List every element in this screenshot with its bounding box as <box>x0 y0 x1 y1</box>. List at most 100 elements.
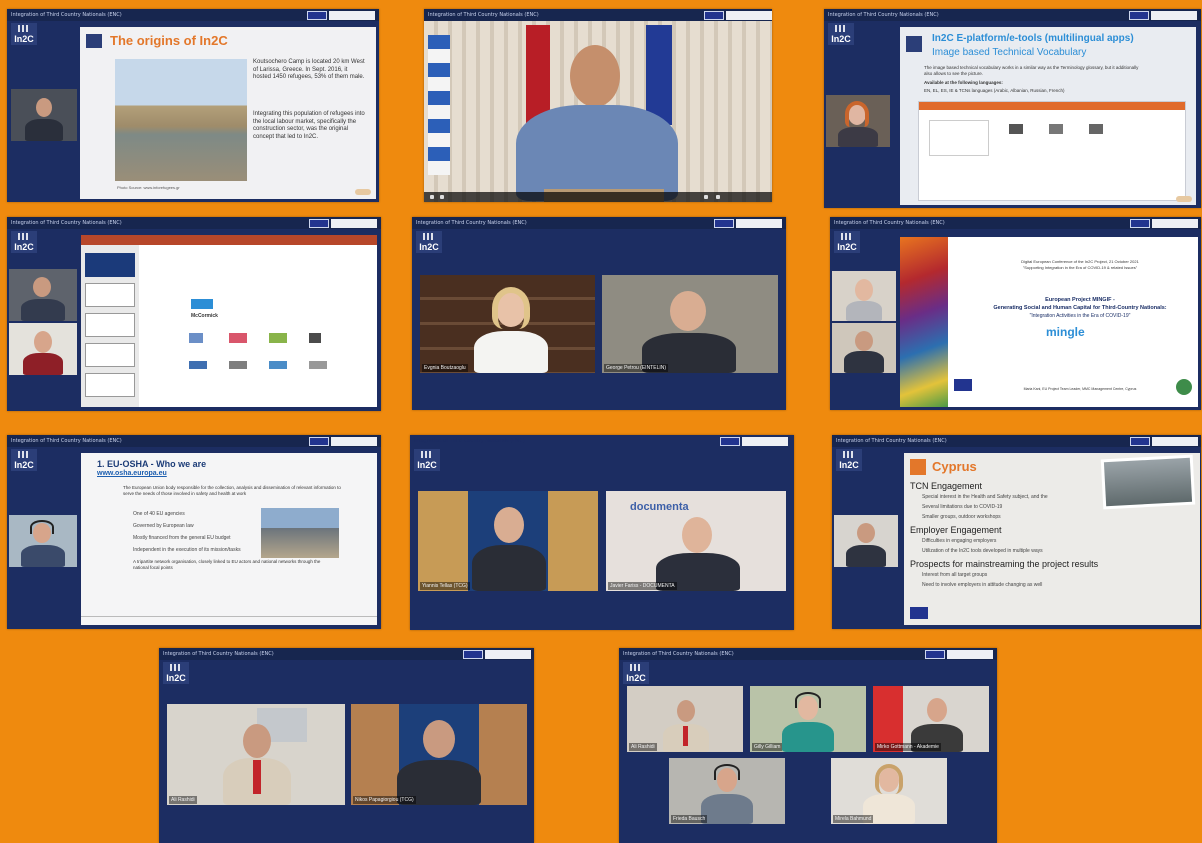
participant-video[interactable] <box>9 515 77 567</box>
next-icon[interactable] <box>440 195 444 199</box>
osha-link[interactable]: www.osha.europa.eu <box>97 470 167 479</box>
panel-eplatform-slide[interactable]: Integration of Third Country Nationals (… <box>824 9 1201 208</box>
presentation-slide: Digital European Conference of the In2C … <box>900 237 1198 407</box>
participant-name: Gilly Gilliam <box>752 743 783 751</box>
participant-video-left[interactable]: Evgnia Boutzaoglu <box>420 275 595 373</box>
partner-logos-grid <box>189 333 349 383</box>
gallery-tile-4[interactable]: Frieda Bausch <box>669 758 785 824</box>
slide-body-2: Integrating this population of refugees … <box>253 111 365 140</box>
heading-employer: Employer Engagement <box>910 525 1002 535</box>
panel-partners-slide[interactable]: Integration of Third Country Nationals (… <box>7 217 381 411</box>
panel-two-speakers-bottom[interactable]: Integration of Third Country Nationals (… <box>159 648 534 843</box>
slide-line-2: Available at the following languages: <box>924 80 1003 85</box>
participant-video[interactable] <box>826 95 890 147</box>
gallery-tile-1[interactable]: Ali Rashidi <box>627 686 743 752</box>
participant-name: Ali Rashidi <box>629 743 657 751</box>
panel-eu-osha-slide[interactable]: Integration of Third Country Nationals (… <box>7 435 381 629</box>
partner-logo <box>191 299 213 309</box>
participant-name: George Petrou (EINTELIN) <box>604 364 669 372</box>
red-tie <box>683 726 688 746</box>
participant-video-left[interactable]: Ali Rashidi <box>167 704 345 805</box>
participant-video[interactable] <box>834 515 898 567</box>
in2c-logo: In2C <box>414 449 440 471</box>
ppt-thumbnails <box>81 245 139 407</box>
bullet-2: Governed by European law <box>133 523 194 529</box>
bullet-3: Mostly financed from the general EU budg… <box>133 535 231 541</box>
participant-video[interactable] <box>11 89 77 141</box>
participant-name: Ali Rashidi <box>169 796 197 804</box>
in2c-logo: In2C <box>11 23 37 45</box>
toolbar-strip[interactable] <box>329 11 375 20</box>
gallery-tile-5[interactable]: Mirela Bahmund <box>831 758 947 824</box>
camp-photo <box>115 59 247 181</box>
speaker-indicator[interactable] <box>355 189 371 195</box>
panel-speaker-fullscreen[interactable]: Integration of Third Country Nationals (… <box>424 9 772 202</box>
participant-video-1[interactable] <box>832 271 896 321</box>
toolbar-strip[interactable] <box>947 650 993 659</box>
fullscreen-icon[interactable] <box>716 195 720 199</box>
item-2: Several limitations due to COVID-19 <box>922 504 1003 510</box>
toolbar-strip[interactable] <box>331 219 377 228</box>
participant-video-2[interactable] <box>832 323 896 373</box>
slide-title: 1. EU-OSHA - Who we are <box>97 459 207 469</box>
panel-mingle-slide[interactable]: Integration of Third Country Nationals (… <box>830 217 1201 410</box>
bullet-1: One of 40 EU agencies <box>133 511 185 517</box>
participant-name: Evgnia Boutzaoglu <box>422 364 468 372</box>
toolbar-strip[interactable] <box>736 219 782 228</box>
eu-flag-icon <box>1130 219 1150 228</box>
slide-footer <box>81 616 377 617</box>
speaker-indicator[interactable] <box>1176 196 1192 202</box>
headset <box>795 692 821 708</box>
participant-video-right[interactable]: George Petrou (EINTELIN) <box>602 275 778 373</box>
panel-two-speakers[interactable]: Integration of Third Country Nationals (… <box>412 217 786 410</box>
settings-icon[interactable] <box>704 195 708 199</box>
toolbar-strip[interactable] <box>331 437 377 446</box>
presentation-slide: The origins of In2C Koutsochero Camp is … <box>80 27 376 199</box>
item-3: Smaller groups, outdoor workshops <box>922 514 1001 520</box>
toolbar-strip[interactable] <box>1151 11 1197 20</box>
participant-video-right[interactable]: documenta Javier Fariss - DOCUMENTA <box>606 491 786 591</box>
toolbar-strip[interactable] <box>1152 219 1198 228</box>
eu-flag-icon <box>1129 11 1149 20</box>
item-6: Interest from all target groups <box>922 572 988 578</box>
toolbar-strip[interactable] <box>485 650 531 659</box>
speaker-video[interactable] <box>424 21 772 202</box>
panel-documenta-speakers[interactable]: Integration of Third Country Nationals (… <box>410 435 794 630</box>
red-tie <box>253 760 261 794</box>
participant-name: Mirela Bahmund <box>833 815 874 823</box>
panel-gallery-view[interactable]: Integration of Third Country Nationals (… <box>619 648 997 843</box>
item-1: Special interest in the Health and Safet… <box>922 494 1048 500</box>
toolbar-strip[interactable] <box>742 437 788 446</box>
participant-name: Yiannis Tellas (TCG) <box>420 582 470 590</box>
item-5: Utilization of the In2C tools developed … <box>922 548 1043 554</box>
mingle-brand: mingle <box>1046 325 1085 339</box>
participant-video-left[interactable]: Yiannis Tellas (TCG) <box>418 491 598 591</box>
project-title: European Project MINGIF - <box>1045 297 1115 303</box>
toolbar-strip[interactable] <box>726 11 772 20</box>
panel-origins-slide[interactable]: Integration of Third Country Nationals (… <box>7 9 379 202</box>
play-icon[interactable] <box>430 195 434 199</box>
slide-line-3: EN, EL, ES, IE & TCNs languages (Arabic,… <box>924 88 1065 93</box>
participant-video-2[interactable] <box>9 323 77 375</box>
eu-flag-icon <box>910 607 928 619</box>
in2c-logo: In2C <box>11 231 37 253</box>
powerpoint-window: McCormick <box>81 235 377 407</box>
gallery-tile-3[interactable]: Mirko Gottmann - Akademie <box>873 686 989 752</box>
item-4: Difficulties in engaging employers <box>922 538 997 544</box>
in2c-logo-mark <box>910 459 926 475</box>
participant-video-right[interactable]: Nikos Papagiorgiou (TCG) <box>351 704 527 805</box>
bullet-4: Independent in the execution of its miss… <box>133 547 241 553</box>
conference-line: Digital European Conference of the In2C … <box>1021 259 1139 264</box>
video-controls[interactable] <box>424 192 772 202</box>
toolbar-strip[interactable] <box>1152 437 1198 446</box>
headset <box>714 764 740 780</box>
presentation-slide: 1. EU-OSHA - Who we are www.osha.europa.… <box>81 453 377 625</box>
project-title-3: "Integration Activities in the Era of CO… <box>1029 313 1131 319</box>
gallery-tile-2[interactable]: Gilly Gilliam <box>750 686 866 752</box>
participant-video-1[interactable] <box>9 269 77 321</box>
presentation-slide: In2C E-platform/e-tools (multilingual ap… <box>900 27 1196 205</box>
bullet-5: A tripartite network organisation, close… <box>133 559 321 570</box>
panel-cyprus-slide[interactable]: Integration of Third Country Nationals (… <box>832 435 1201 629</box>
eu-flag-icon <box>309 219 329 228</box>
eu-flag-icon <box>463 650 483 659</box>
